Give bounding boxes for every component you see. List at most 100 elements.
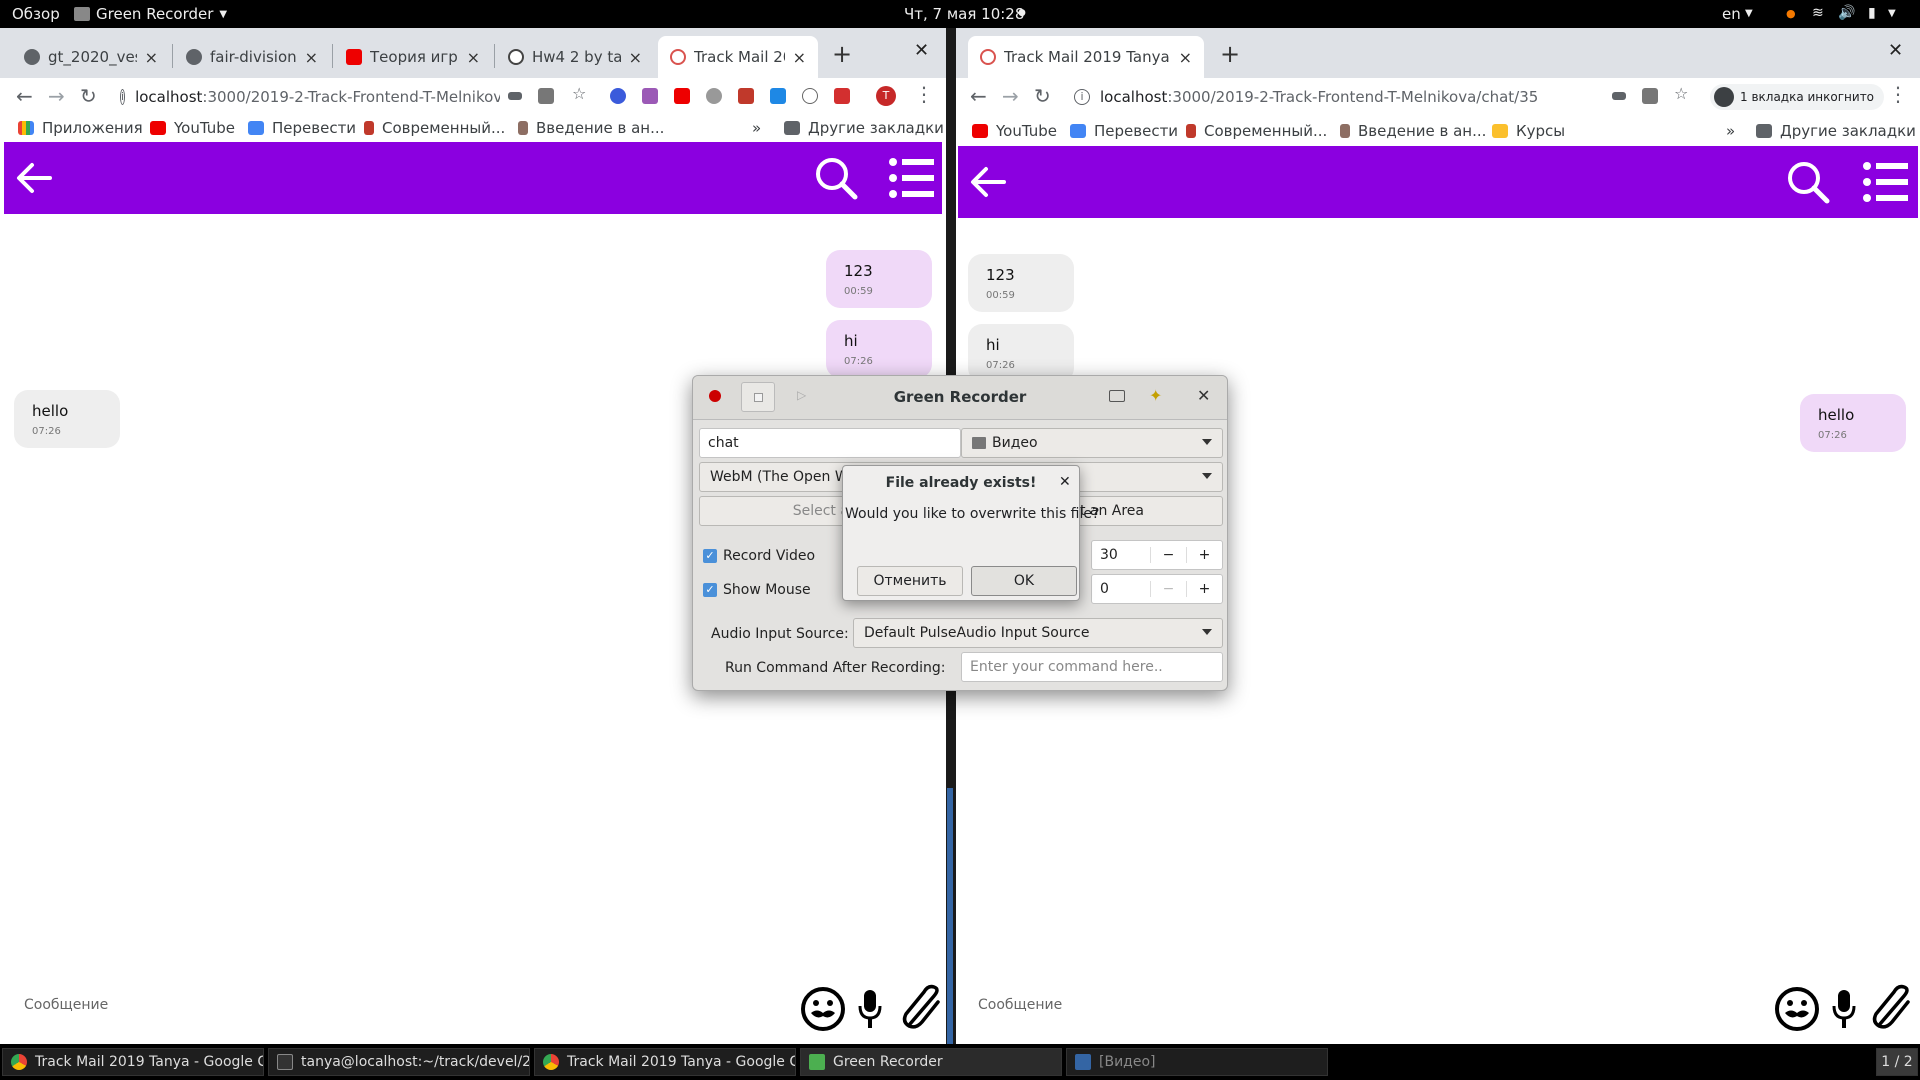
taskbar-item-browser[interactable]: Track Mail 2019 Tanya - Google C... [2,1048,264,1076]
extension-icon[interactable] [642,88,658,104]
bookmark-intro[interactable]: Введение в ан... [1340,122,1486,140]
emoji-icon[interactable] [800,986,846,1032]
window-close-button[interactable]: ✕ [914,40,929,61]
paperclip-icon[interactable] [900,984,946,1032]
close-tab-icon[interactable]: × [629,48,642,67]
close-icon[interactable]: ✕ [1197,386,1210,405]
battery-icon[interactable]: ▮ [1868,5,1876,21]
close-tab-icon[interactable]: × [793,48,806,67]
wifi-icon[interactable]: ≋ [1812,5,1824,21]
other-bookmarks[interactable]: Другие закладки [784,119,944,137]
tab-3[interactable]: Теория игр 2. × [334,36,492,78]
incognito-badge[interactable]: 1 вкладка инкогнито [1710,84,1885,110]
list-menu-icon[interactable] [888,156,936,200]
bookmark-courses[interactable]: Курсы [1492,122,1565,140]
reload-icon[interactable]: ↻ [80,84,97,108]
bookmark-intro[interactable]: Введение в ан... [518,119,664,137]
search-icon[interactable] [812,154,860,202]
bookmark-translate[interactable]: Перевести [248,119,356,137]
clock[interactable]: Чт, 7 мая 10:28 [904,5,1024,23]
language-indicator[interactable]: en [1722,5,1741,23]
extension-icon[interactable] [706,88,722,104]
close-tab-icon[interactable]: × [145,48,158,67]
bookmark-translate[interactable]: Перевести [1070,122,1178,140]
microphone-icon[interactable] [858,988,882,1030]
fps-decrease-button[interactable]: − [1150,547,1186,563]
window-close-button[interactable]: ✕ [1888,40,1903,61]
back-arrow-icon[interactable] [968,164,1008,200]
taskbar-item-terminal[interactable]: tanya@localhost:~/track/devel/20... [268,1048,530,1076]
activities-button[interactable]: Обзор [12,5,60,23]
close-tab-icon[interactable]: × [305,48,318,67]
extension-icon[interactable] [834,88,850,104]
address-bar[interactable]: i localhost:3000/2019-2-Track-Frontend-T… [120,82,500,112]
new-tab-button[interactable]: + [832,40,852,68]
gear-icon[interactable]: ✦ [1149,386,1162,405]
taskbar-item-videos[interactable]: [Видео] [1066,1048,1328,1076]
bookmark-youtube[interactable]: YouTube [150,119,235,137]
command-input[interactable]: Enter your command here.. [961,652,1223,682]
delay-increase-button[interactable]: + [1186,581,1222,597]
profile-avatar[interactable]: T [876,86,896,106]
workspace-indicator[interactable]: 1 / 2 [1876,1048,1918,1076]
bookmark-youtube[interactable]: YouTube [972,122,1057,140]
search-icon[interactable] [1784,158,1832,206]
star-icon[interactable]: ☆ [572,84,588,103]
fps-increase-button[interactable]: + [1186,547,1222,563]
cancel-button[interactable]: Отменить [857,566,963,596]
screenshot-icon[interactable] [1109,390,1125,402]
filename-input[interactable]: chat [699,428,961,458]
key-icon[interactable] [508,92,522,100]
paperclip-icon[interactable] [1870,984,1916,1032]
message-input[interactable]: Сообщение [978,997,1062,1013]
folder-chooser[interactable]: Видео [961,428,1223,458]
extension-icon[interactable] [674,88,690,104]
volume-icon[interactable]: 🔊 [1838,5,1855,21]
audio-source-select[interactable]: Default PulseAudio Input Source [853,618,1223,648]
fps-spinner[interactable]: 30 − + [1091,540,1223,570]
tab-active[interactable]: Track Mail 2019 Tanya × [968,36,1204,78]
list-menu-icon[interactable] [1862,160,1910,204]
back-arrow-icon[interactable] [14,160,54,196]
new-tab-button[interactable]: + [1220,40,1240,68]
taskbar-item-recorder[interactable]: Green Recorder [800,1048,1062,1076]
translate-icon[interactable] [538,88,554,104]
extension-icon[interactable] [770,88,786,104]
show-mouse-checkbox[interactable]: ✓ Show Mouse [703,582,811,598]
reload-icon[interactable]: ↻ [1034,84,1051,108]
bookmark-apps[interactable]: Приложения [18,119,143,137]
delay-decrease-button[interactable]: − [1150,581,1186,597]
key-icon[interactable] [1612,92,1626,100]
forward-icon[interactable]: → [48,84,65,108]
delay-spinner[interactable]: 0 − + [1091,574,1223,604]
microphone-icon[interactable] [1832,988,1856,1030]
bookmark-modern[interactable]: Современный... [1186,122,1327,140]
close-tab-icon[interactable]: × [467,48,480,67]
tab-5-active[interactable]: Track Mail 201 × [658,36,818,78]
extension-icon[interactable] [610,88,626,104]
close-tab-icon[interactable]: × [1179,48,1192,67]
extension-icon[interactable] [738,88,754,104]
extension-icon[interactable] [802,88,818,104]
tab-1[interactable]: gt_2020_vesn × [12,36,170,78]
tab-4[interactable]: Hw4 2 by tany × [496,36,654,78]
bookmark-modern[interactable]: Современный... [364,119,505,137]
close-icon[interactable]: ✕ [1059,474,1071,490]
taskbar-item-browser-2[interactable]: Track Mail 2019 Tanya - Google C... [534,1048,796,1076]
back-icon[interactable]: ← [16,84,33,108]
translate-icon[interactable] [1642,88,1658,104]
message-input[interactable]: Сообщение [24,997,108,1013]
back-icon[interactable]: ← [970,84,987,108]
app-menu[interactable]: Green Recorder ▼ [74,5,227,23]
forward-icon[interactable]: → [1002,84,1019,108]
other-bookmarks[interactable]: Другие закладки [1756,122,1916,140]
address-bar[interactable]: i localhost:3000/2019-2-Track-Frontend-T… [1074,82,1554,112]
more-bookmarks-icon[interactable]: » [1726,122,1735,140]
star-icon[interactable]: ☆ [1674,84,1690,103]
tab-2[interactable]: fair-division- × [174,36,330,78]
emoji-icon[interactable] [1774,986,1820,1032]
menu-kebab-icon[interactable]: ⋮ [914,82,934,106]
ok-button[interactable]: OK [971,566,1077,596]
more-bookmarks-icon[interactable]: » [752,119,761,137]
menu-kebab-icon[interactable]: ⋮ [1888,82,1908,106]
